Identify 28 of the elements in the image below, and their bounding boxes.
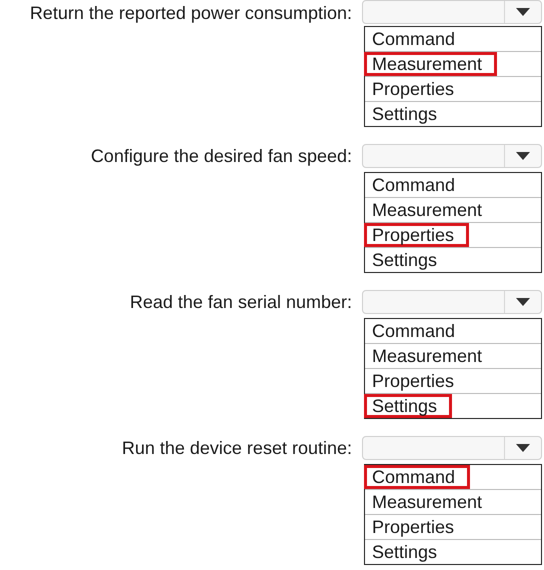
question-prompt: Configure the desired fan speed: <box>90 146 352 166</box>
dropdown[interactable] <box>362 144 542 168</box>
dropdown[interactable] <box>362 436 542 460</box>
option-item[interactable]: Settings <box>364 540 446 564</box>
option-item[interactable]: Command <box>364 27 464 51</box>
question-prompt: Read the fan serial number: <box>130 292 352 312</box>
option-item[interactable]: Measurement <box>364 344 492 368</box>
option-item[interactable]: Settings <box>364 102 446 126</box>
question-prompt: Run the device reset routine: <box>122 438 352 458</box>
option-item[interactable]: Measurement <box>364 490 492 514</box>
caret-icon <box>516 298 530 306</box>
option-item[interactable]: Command <box>364 319 464 343</box>
question-prompt: Return the reported power consumption: <box>30 3 352 24</box>
option-item[interactable]: Settings <box>364 394 452 418</box>
option-item[interactable]: Measurement <box>364 198 492 222</box>
option-item[interactable]: Measurement <box>364 52 498 76</box>
caret-icon <box>516 152 530 160</box>
option-item[interactable]: Properties <box>364 369 464 393</box>
option-item[interactable]: Command <box>364 465 470 489</box>
option-item[interactable]: Properties <box>364 515 464 539</box>
option-item[interactable]: Command <box>364 173 464 197</box>
option-item[interactable]: Properties <box>364 77 464 101</box>
dropdown[interactable] <box>362 290 542 314</box>
option-item[interactable]: Settings <box>364 248 446 272</box>
option-item[interactable]: Properties <box>364 223 470 247</box>
dropdown[interactable] <box>362 0 542 24</box>
caret-icon <box>516 444 530 452</box>
caret-icon <box>516 8 530 16</box>
